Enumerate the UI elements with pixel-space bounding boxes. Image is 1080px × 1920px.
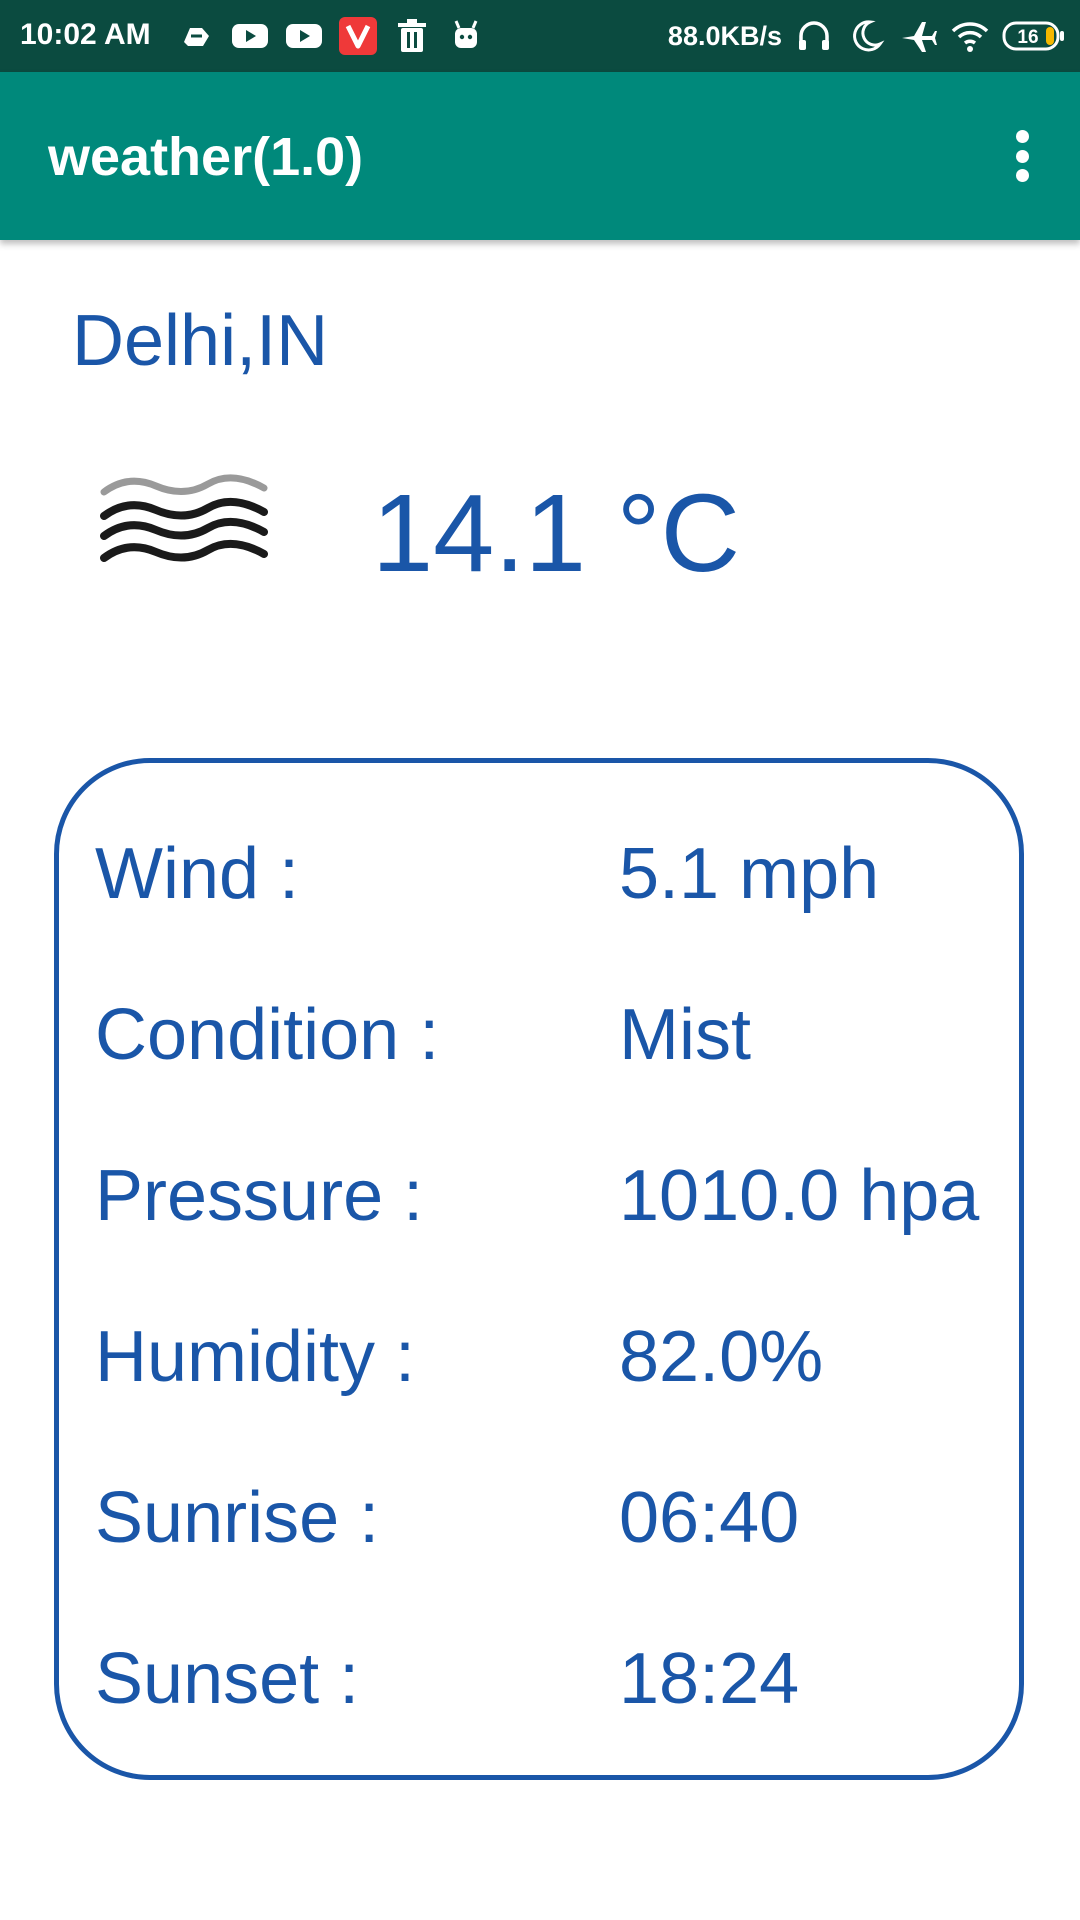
sunset-value: 18:24 [619, 1639, 800, 1719]
detail-row-condition: Condition : Mist [59, 994, 1019, 1094]
detail-row-sunset: Sunset : 18:24 [59, 1638, 1019, 1738]
details-card: Wind : 5.1 mph Condition : Mist Pressure… [54, 758, 1024, 1780]
headphones-icon [799, 21, 829, 50]
pressure-label: Pressure : [95, 1156, 424, 1236]
menu-dot [1015, 130, 1029, 143]
battery-icon: 16 [1002, 21, 1064, 51]
airplane-icon [902, 22, 937, 52]
wind-label: Wind : [95, 834, 300, 914]
menu-dot [1015, 149, 1029, 163]
status-time: 10:02 AM [20, 18, 151, 51]
battery-level: 16 [1017, 27, 1038, 48]
condition-label: Condition : [95, 995, 440, 1075]
detail-row-sunrise: Sunrise : 06:40 [59, 1477, 1019, 1577]
status-bar: 10:02 AM 88.0KB/s 16 [0, 0, 1080, 72]
app-title: weather(1.0) [48, 127, 364, 187]
humidity-label: Humidity : [95, 1317, 416, 1397]
notification-icons [176, 16, 486, 56]
humidity-value: 82.0% [619, 1317, 824, 1397]
detail-row-pressure: Pressure : 1010.0 hpa [59, 1155, 1019, 1255]
sunset-label: Sunset : [95, 1639, 360, 1719]
wifi-icon [951, 22, 989, 52]
vivaldi-icon [339, 17, 377, 55]
more-vert-icon[interactable] [994, 124, 1050, 188]
net-speed: 88.0KB/s [667, 20, 782, 51]
detail-row-humidity: Humidity : 82.0% [59, 1316, 1019, 1416]
moon-icon [853, 20, 885, 52]
mist-icon [100, 474, 268, 562]
android-icon [454, 20, 478, 48]
wind-value: 5.1 mph [619, 834, 880, 914]
sunrise-label: Sunrise : [95, 1478, 380, 1558]
pressure-value: 1010.0 hpa [619, 1156, 980, 1236]
app-bar: weather(1.0) [0, 72, 1080, 240]
youtube-icon [286, 24, 322, 48]
system-icons: 88.0KB/s 16 [668, 16, 1066, 56]
cloud-icon [184, 28, 209, 46]
sunrise-value: 06:40 [619, 1478, 800, 1558]
temperature: 14.1 °C [372, 472, 741, 595]
city-name: Delhi,IN [72, 301, 329, 381]
menu-dot [1015, 169, 1029, 182]
detail-row-wind: Wind : 5.1 mph [59, 833, 1019, 933]
youtube-icon [232, 24, 268, 48]
condition-value: Mist [619, 995, 751, 1075]
trash-icon [398, 19, 426, 52]
